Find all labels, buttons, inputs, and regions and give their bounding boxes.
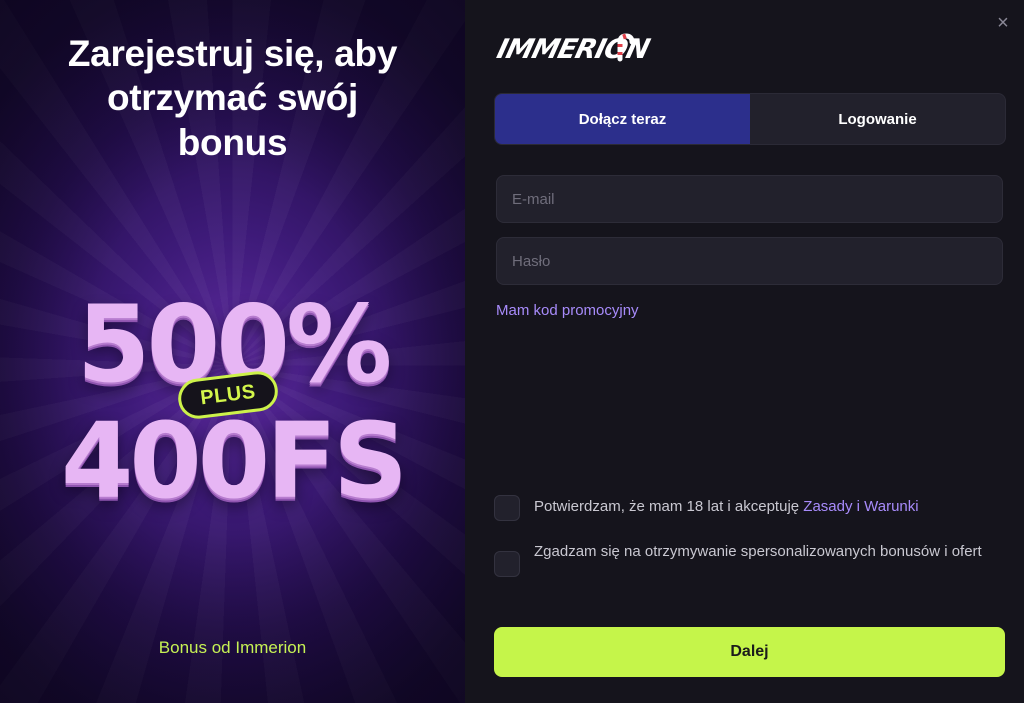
registration-form-panel: × IMMERION Dołącz teraz Logowanie Mam ko… — [465, 0, 1024, 703]
free-spins: 400FS — [60, 400, 408, 522]
promo-title-line-3: bonus — [177, 121, 288, 163]
terms-link[interactable]: Zasady i Warunki — [803, 498, 918, 515]
auth-tabs: Dołącz teraz Logowanie — [494, 93, 1006, 145]
terms-consent-row: Potwierdzam, że mam 18 lat i akceptuję Z… — [494, 495, 994, 521]
bonus-info-link[interactable]: Bonus od Immerion — [0, 638, 465, 658]
offers-checkbox[interactable] — [494, 551, 520, 577]
promo-title-line-1: Zarejestruj się, aby — [67, 33, 398, 74]
terms-text: Potwierdzam, że mam 18 lat i akceptuję — [534, 498, 800, 515]
password-field[interactable] — [496, 237, 1003, 285]
promo-title: Zarejestruj się, aby otrzymać swój bonus — [20, 32, 445, 165]
close-icon[interactable]: × — [992, 12, 1014, 34]
promo-title-line-2: otrzymać swój — [106, 77, 359, 119]
offers-label: Zgadzam się na otrzymywanie spersonalizo… — [534, 543, 982, 560]
offers-consent-row: Zgadzam się na otrzymywanie spersonalizo… — [494, 540, 994, 577]
next-button[interactable]: Dalej — [494, 627, 1005, 677]
tab-join-now[interactable]: Dołącz teraz — [495, 94, 750, 144]
promo-code-link[interactable]: Mam kod promocyjny — [496, 302, 639, 319]
email-field[interactable] — [496, 175, 1003, 223]
terms-label: Potwierdzam, że mam 18 lat i akceptuję Z… — [534, 495, 919, 519]
promo-panel: Zarejestruj się, aby otrzymać swój bonus… — [0, 0, 465, 703]
terms-checkbox[interactable] — [494, 495, 520, 521]
immerion-logo: IMMERION — [494, 33, 653, 64]
tab-login[interactable]: Logowanie — [750, 94, 1005, 144]
